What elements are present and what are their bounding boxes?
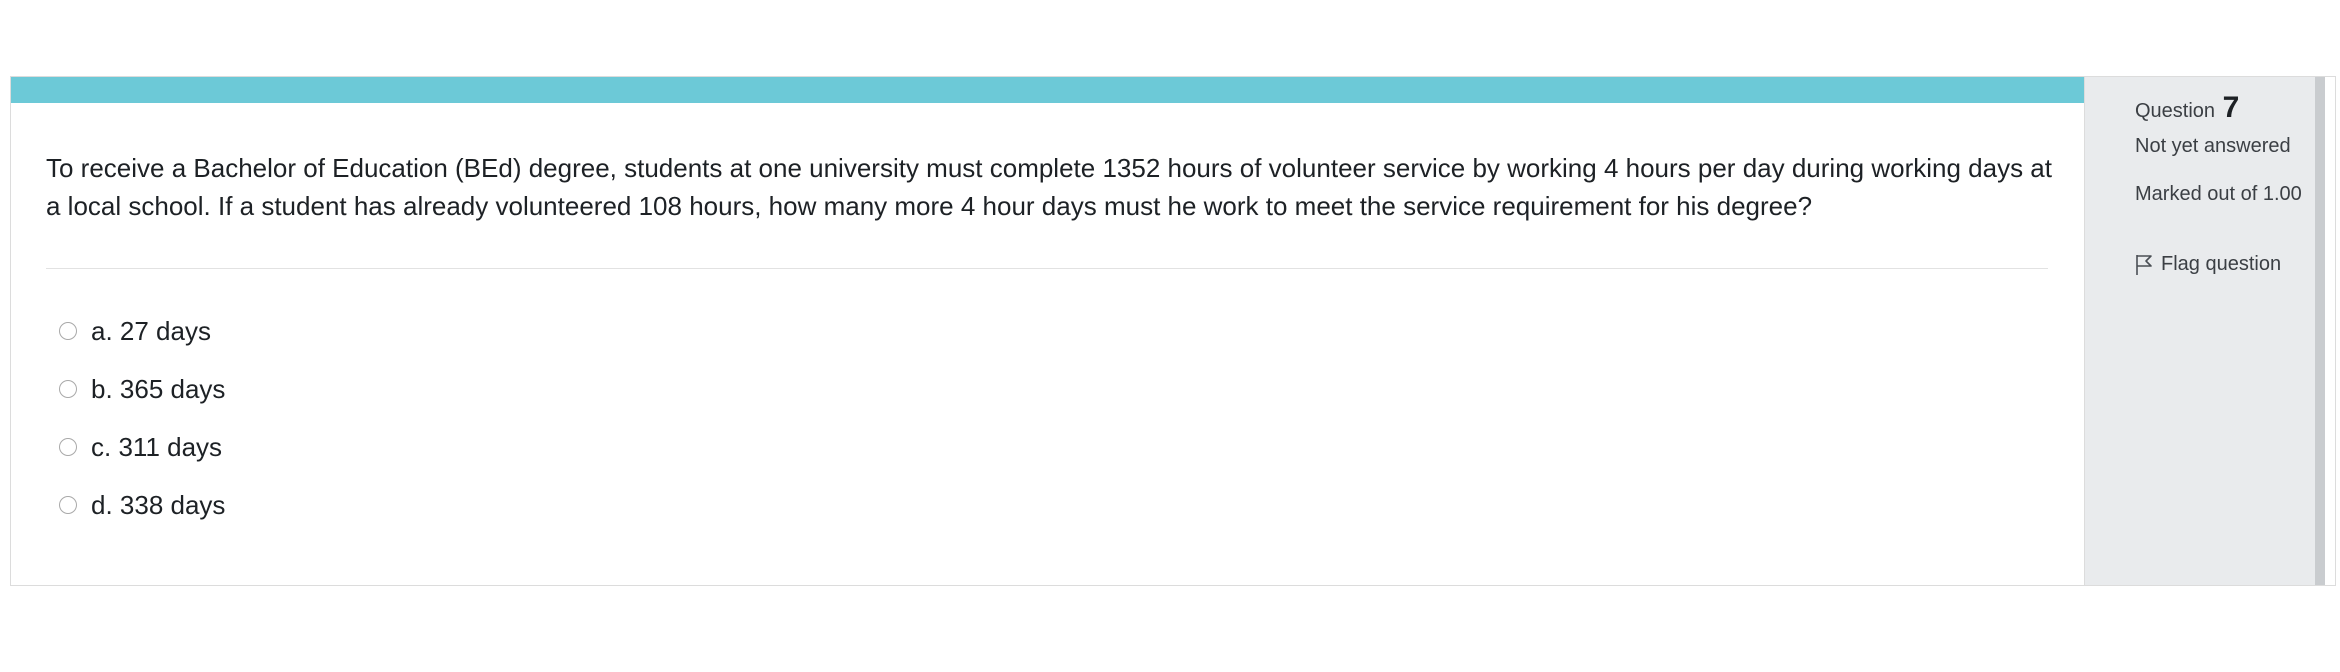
answer-label-a[interactable]: a. 27 days: [91, 316, 211, 347]
answer-option-a[interactable]: a. 27 days: [59, 302, 225, 360]
flag-question-label[interactable]: Flag question: [2161, 253, 2281, 276]
answer-radio-c[interactable]: [59, 438, 77, 456]
answer-label-c[interactable]: c. 311 days: [91, 432, 222, 463]
answer-option-d[interactable]: d. 338 days: [59, 476, 225, 534]
question-number-value: 7: [2222, 91, 2240, 124]
question-info-panel: Question 7 Not yet answered Marked out o…: [2085, 77, 2325, 585]
question-state: Not yet answered: [2135, 135, 2291, 157]
answer-option-c[interactable]: c. 311 days: [59, 418, 225, 476]
answer-radio-b[interactable]: [59, 380, 77, 398]
question-text: To receive a Bachelor of Education (BEd)…: [46, 153, 2052, 221]
question-number-heading: Question 7: [2135, 91, 2239, 125]
answer-radio-d[interactable]: [59, 496, 77, 514]
question-number-label: Question: [2135, 100, 2216, 122]
question-grade: Marked out of 1.00: [2135, 183, 2302, 205]
flag-icon: [2136, 254, 2152, 275]
answer-radio-a[interactable]: [59, 322, 77, 340]
info-panel-scrollbar[interactable]: [2315, 77, 2325, 585]
answer-label-d[interactable]: d. 338 days: [91, 490, 225, 521]
question-accent-bar: [11, 77, 2084, 103]
answer-label-b[interactable]: b. 365 days: [91, 374, 225, 405]
question-content-panel: To receive a Bachelor of Education (BEd)…: [11, 77, 2085, 585]
question-card: To receive a Bachelor of Education (BEd)…: [10, 76, 2336, 586]
flag-question-button[interactable]: Flag question: [2135, 253, 2281, 276]
question-divider: [46, 268, 2048, 269]
answer-list: a. 27 days b. 365 days c. 311 days d. 33…: [59, 302, 225, 534]
answer-option-b[interactable]: b. 365 days: [59, 360, 225, 418]
